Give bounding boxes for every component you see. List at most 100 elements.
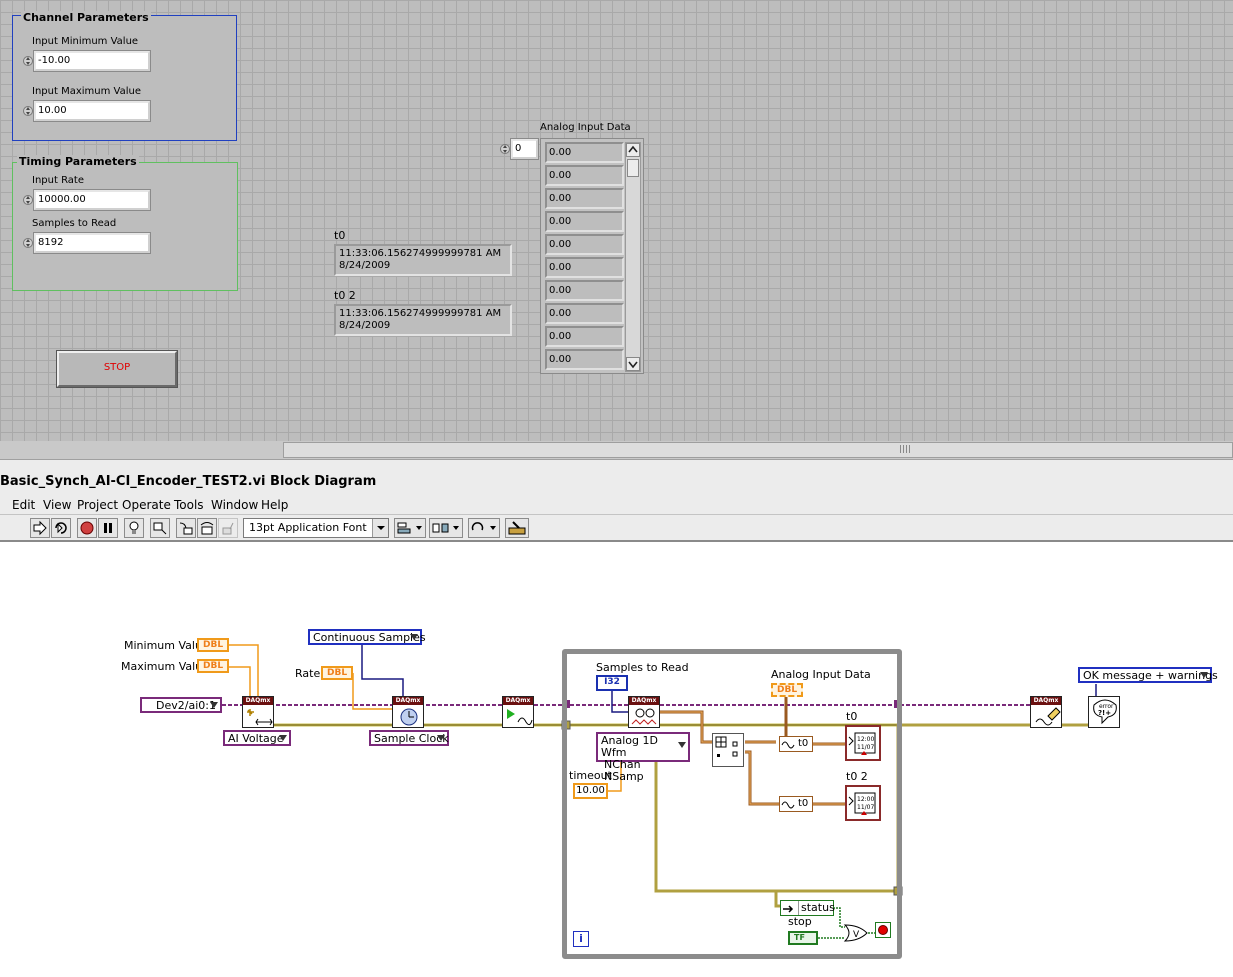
pause-icon — [104, 523, 112, 533]
daqmx-header: DAQmx — [503, 697, 533, 705]
t0-2-date: 8/24/2009 — [339, 320, 391, 331]
index-array-function[interactable] — [712, 733, 744, 767]
increment-decrement-icon[interactable] — [23, 191, 33, 209]
increment-decrement-icon[interactable] — [23, 52, 33, 70]
align-icon — [397, 522, 422, 534]
horizontal-scrollbar[interactable] — [0, 441, 1233, 459]
analog-input-data-label: Analog Input Data — [540, 122, 631, 133]
ok-message-value: OK message + warnings — [1083, 669, 1218, 682]
stop-button[interactable]: STOP — [56, 350, 178, 388]
loop-condition-terminal[interactable] — [875, 922, 891, 938]
array-element: 0.00 — [545, 326, 624, 347]
scroll-grip-icon[interactable] — [900, 445, 910, 453]
or-function-icon[interactable]: V — [843, 924, 869, 942]
increment-decrement-icon[interactable] — [23, 234, 33, 252]
maximum-value-constant[interactable]: DBL — [197, 659, 229, 673]
samples-to-read-terminal[interactable]: I32 — [596, 675, 628, 691]
step-into-button[interactable] — [176, 518, 196, 538]
svg-text:12:00: 12:00 — [857, 796, 874, 803]
rate-constant[interactable]: DBL — [321, 666, 353, 680]
chevron-down-icon — [1200, 672, 1208, 678]
svg-text:V: V — [853, 930, 860, 940]
menu-project[interactable]: Project — [77, 498, 118, 512]
minimum-value-constant[interactable]: DBL — [197, 638, 229, 652]
sample-mode-value: Continuous Samples — [313, 631, 426, 644]
cleanup-diagram-button[interactable] — [505, 518, 529, 538]
t0-indicator: 11:33:06.156274999999781 AM 8/24/2009 — [334, 244, 512, 276]
abort-button[interactable] — [77, 518, 97, 538]
t0-2-terminal-label: t0 2 — [846, 770, 868, 783]
maximum-value-label: Maximum Value — [121, 660, 209, 673]
step-out-button[interactable] — [218, 518, 238, 538]
array-index-field[interactable]: 0 — [510, 138, 539, 160]
abort-icon — [80, 521, 94, 535]
daqmx-clear-task-vi[interactable]: DAQmx — [1030, 696, 1062, 728]
timeout-constant[interactable]: 10.00 — [573, 783, 608, 799]
scroll-thumb[interactable] — [627, 159, 639, 177]
scroll-track[interactable] — [283, 442, 1233, 458]
chevron-down-icon[interactable] — [372, 519, 388, 537]
menu-tools[interactable]: Tools — [174, 498, 204, 512]
index-array-icon — [715, 736, 738, 757]
start-task-icon — [507, 709, 533, 726]
run-button[interactable] — [30, 518, 50, 538]
run-continuously-button[interactable] — [51, 518, 71, 538]
ok-message-selector[interactable]: OK message + warnings — [1078, 667, 1218, 683]
chevron-down-icon — [410, 634, 418, 640]
menu-bar: Edit View Project Operate Tools Window H… — [0, 495, 1233, 515]
menu-window[interactable]: Window — [211, 498, 258, 512]
input-rate-field[interactable]: 10000.00 — [33, 189, 151, 211]
array-element: 0.00 — [545, 303, 624, 324]
sample-mode-ring[interactable]: Continuous Samples — [308, 629, 426, 645]
increment-decrement-icon[interactable] — [23, 102, 33, 120]
t0-terminal-label: t0 — [846, 710, 858, 723]
pause-button[interactable] — [98, 518, 118, 538]
t0-2-unbundle-label: t0 — [798, 798, 809, 809]
increment-decrement-icon[interactable] — [500, 140, 510, 158]
simple-error-handler-vi[interactable]: error ?!+ — [1088, 696, 1120, 728]
unbundle-by-name-status[interactable]: status — [780, 900, 835, 916]
minimum-value-label: Minimum Value — [124, 639, 209, 652]
font-select[interactable]: 13pt Application Font — [243, 518, 389, 538]
daqmx-timing-vi[interactable]: DAQmx — [392, 696, 424, 728]
t0-2-label: t0 2 — [334, 289, 356, 302]
t0-2-terminal[interactable]: 12:00 11/07 — [845, 785, 881, 821]
align-objects-button[interactable] — [394, 518, 426, 538]
array-element: 0.00 — [545, 280, 624, 301]
get-waveform-t0-1[interactable]: t0 — [779, 736, 813, 752]
array-scrollbar[interactable] — [625, 142, 641, 372]
daqmx-header: DAQmx — [393, 697, 423, 705]
t0-2-indicator: 11:33:06.156274999999781 AM 8/24/2009 — [334, 304, 512, 336]
sample-clock-selector[interactable]: Sample Clock — [369, 730, 449, 746]
scroll-down-icon[interactable] — [626, 357, 640, 371]
input-minimum-field[interactable]: -10.00 — [33, 50, 151, 72]
highlight-execution-button[interactable] — [124, 518, 144, 538]
distribute-objects-button[interactable] — [429, 518, 463, 538]
array-element: 0.00 — [545, 211, 624, 232]
ai-voltage-selector[interactable]: AI Voltage — [223, 730, 291, 746]
scroll-up-icon[interactable] — [626, 143, 640, 157]
menu-help[interactable]: Help — [261, 498, 288, 512]
stop-terminal[interactable]: TF — [788, 931, 818, 945]
svg-text:12:00: 12:00 — [857, 736, 874, 743]
input-maximum-field[interactable]: 10.00 — [33, 100, 151, 122]
samples-to-read-field[interactable]: 8192 — [33, 232, 151, 254]
menu-edit[interactable]: Edit — [12, 498, 35, 512]
physical-channel-constant[interactable]: Dev2/ai0:1 — [140, 697, 222, 713]
menu-operate[interactable]: Operate — [122, 498, 171, 512]
read-mode-selector[interactable]: Analog 1D Wfm NChan NSamp — [596, 732, 690, 783]
retain-wire-values-button[interactable] — [150, 518, 170, 538]
t0-terminal[interactable]: 12:00 11/07 — [845, 725, 881, 761]
lightbulb-icon — [129, 521, 139, 534]
step-over-button[interactable] — [197, 518, 217, 538]
analog-input-data-terminal[interactable]: DBL — [771, 683, 803, 697]
svg-text:11/07: 11/07 — [857, 744, 874, 751]
front-panel: Channel Parameters Input Minimum Value -… — [0, 0, 1233, 441]
daqmx-start-task-vi[interactable]: DAQmx — [502, 696, 534, 728]
timestamp-clock-icon: 12:0011/07 — [848, 792, 876, 815]
timestamp-clock-icon: 12:0011/07 — [848, 732, 876, 755]
get-waveform-t0-2[interactable]: t0 — [779, 796, 813, 812]
menu-view[interactable]: View — [43, 498, 71, 512]
daqmx-create-channel-vi[interactable]: DAQmx — [242, 696, 274, 728]
reorder-button[interactable] — [468, 518, 500, 538]
